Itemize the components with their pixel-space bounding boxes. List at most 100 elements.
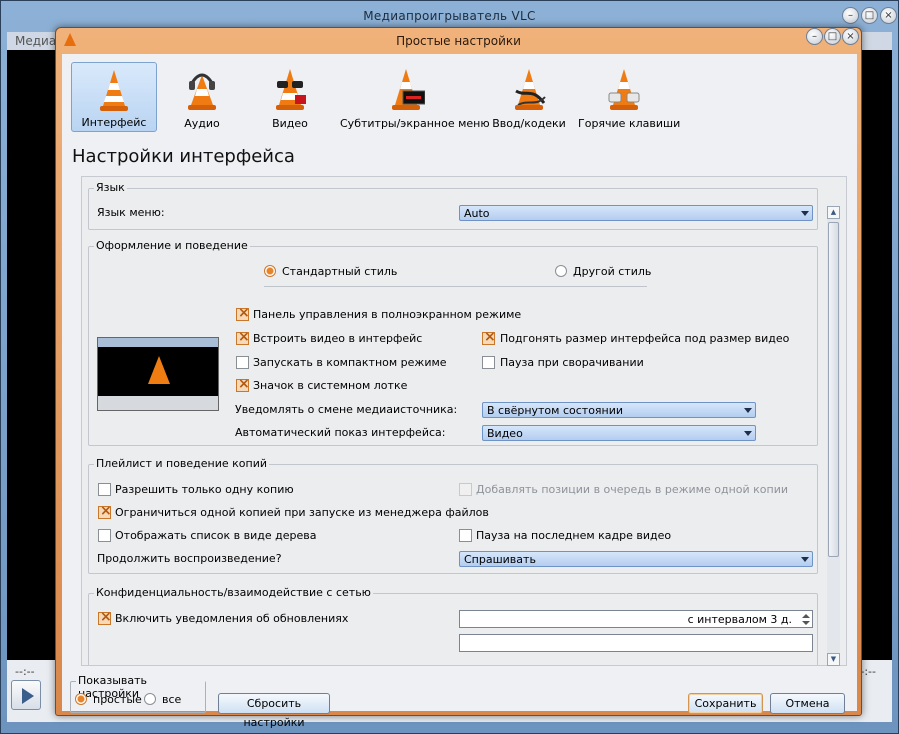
reset-settings-button[interactable]: Сбросить настройки [218,693,330,729]
native-style-label: Стандартный стиль [282,265,398,278]
show-settings-group: Показывать настройки простые все [70,674,206,713]
dialog-body: Интерфейс Аудио Видео Субтитры/экранное … [62,54,857,729]
vertical-scrollbar[interactable]: ▲ ▼ [827,206,840,666]
update-notify-label: Включить уведомления об обновлениях [115,612,349,625]
select-value: Видео [487,427,523,440]
next-field[interactable] [459,634,813,652]
enqueue-one-instance-label: Добавлять позиции в очередь в режиме одн… [476,483,788,496]
spinbox-value: с интервалом 3 д. [687,613,792,626]
all-settings-label: все [162,693,182,706]
spin-down-icon[interactable] [802,621,810,625]
fullscreen-controller-label: Панель управления в полноэкранном режиме [253,308,522,321]
group-title: Язык [94,181,127,194]
systray-icon-label: Значок в системном лотке [253,379,408,392]
settings-scroll-area[interactable]: Язык Язык меню: Auto Оформление и поведе… [81,176,847,666]
group-title: Оформление и поведение [94,239,250,252]
notify-label: Уведомлять о смене медиаисточника: [235,403,458,416]
save-button[interactable]: Сохранить [688,693,763,714]
category-subtitles[interactable]: Субтитры/экранное меню [340,62,490,132]
select-value: Спрашивать [464,553,536,566]
simple-settings-label: простые [93,693,142,706]
menu-language-label: Язык меню: [97,206,165,219]
compact-mode-label: Запускать в компактном режиме [253,356,447,369]
main-window-title: Медиапроигрыватель VLC [363,9,536,23]
one-instance-label: Разрешить только одну копию [115,483,294,496]
update-interval-spinbox[interactable]: с интервалом 3 д. [459,610,813,628]
play-button[interactable] [11,680,41,710]
category-label: Ввод/кодеки [492,117,566,130]
embed-video-checkbox[interactable] [236,329,250,345]
playlist-group: Плейлист и поведение копий Разрешить тол… [88,457,818,574]
divider [264,286,647,287]
elapsed-time: --:-- [15,665,35,678]
dialog-maximize-icon[interactable]: □ [824,28,841,45]
pause-minimized-label: Пауза при сворачивании [500,356,644,369]
menu-media[interactable]: Медиа [15,34,56,48]
category-label: Видео [272,117,308,130]
continue-playback-select[interactable]: Спрашивать [459,551,813,567]
compact-mode-checkbox[interactable] [236,356,249,369]
category-label: Аудио [184,117,220,130]
cancel-button[interactable]: Отмена [770,693,845,714]
minimize-icon[interactable]: – [842,7,859,24]
enqueue-one-instance-checkbox [459,483,472,496]
scroll-thumb[interactable] [828,222,839,557]
vlc-cone-icon [97,68,131,113]
other-style-radio[interactable] [555,265,567,277]
subtitles-cone-icon [391,67,426,112]
one-instance-checkbox[interactable] [98,483,111,496]
scroll-down-icon[interactable]: ▼ [827,653,840,666]
resize-to-video-checkbox[interactable] [482,329,496,345]
group-title: Конфиденциальность/взаимодействие с сеть… [94,586,373,599]
simple-settings-radio[interactable] [75,693,87,705]
fullscreen-controller-checkbox[interactable] [236,305,250,321]
maximize-icon[interactable]: □ [861,7,878,24]
category-hotkeys[interactable]: Горячие клавиши [578,62,681,132]
embed-video-label: Встроить видео в интерфейс [253,332,423,345]
cable-cone-icon [512,67,546,112]
glasses-cone-icon [273,67,307,112]
category-interface[interactable]: Интерфейс [71,62,157,132]
privacy-group: Конфиденциальность/взаимодействие с сеть… [88,586,818,665]
tree-view-label: Отображать список в виде дерева [115,529,317,542]
tree-view-checkbox[interactable] [98,529,111,542]
menu-language-select[interactable]: Auto [459,205,813,221]
category-label: Горячие клавиши [578,117,681,130]
language-group: Язык Язык меню: Auto [88,181,818,230]
notify-select[interactable]: В свёрнутом состоянии [482,402,756,418]
continue-playback-label: Продолжить воспроизведение? [97,552,282,565]
autoraise-label: Автоматический показ интерфейса: [235,426,446,439]
scroll-up-icon[interactable]: ▲ [827,206,840,219]
headphones-cone-icon [185,67,219,112]
select-value: В свёрнутом состоянии [487,404,624,417]
dialog-minimize-icon[interactable]: – [806,28,823,45]
pause-last-frame-label: Пауза на последнем кадре видео [476,529,672,542]
one-instance-file-manager-checkbox[interactable] [98,503,112,519]
group-title: Плейлист и поведение копий [94,457,270,470]
pause-last-frame-checkbox[interactable] [459,529,472,542]
interface-preview-image [97,337,219,411]
autoraise-select[interactable]: Видео [482,425,756,441]
native-style-radio[interactable] [264,265,276,277]
category-label: Интерфейс [81,116,147,129]
dialog-close-icon[interactable]: × [842,28,859,45]
close-icon[interactable]: × [880,7,897,24]
spin-up-icon[interactable] [802,614,810,618]
one-instance-file-manager-label: Ограничиться одной копией при запуске из… [115,506,489,519]
preferences-dialog: Простые настройки – □ × Интерфейс Аудио … [55,27,862,729]
hotkeys-cone-icon [607,67,641,112]
category-video[interactable]: Видео [252,62,328,132]
category-input-codecs[interactable]: Ввод/кодеки [488,62,570,132]
resize-to-video-label: Подгонять размер интерфейса под размер в… [500,332,790,345]
all-settings-radio[interactable] [144,693,156,705]
look-and-feel-group: Оформление и поведение Стандартный стиль… [88,239,818,446]
category-label: Субтитры/экранное меню [340,117,490,130]
systray-icon-checkbox[interactable] [236,376,250,392]
pause-minimized-checkbox[interactable] [482,356,495,369]
page-heading: Настройки интерфейса [72,146,295,167]
dialog-title: Простые настройки [396,34,521,48]
category-audio[interactable]: Аудио [164,62,240,132]
select-value: Auto [464,207,490,220]
other-style-label: Другой стиль [573,265,652,278]
update-notify-checkbox[interactable] [98,609,112,625]
